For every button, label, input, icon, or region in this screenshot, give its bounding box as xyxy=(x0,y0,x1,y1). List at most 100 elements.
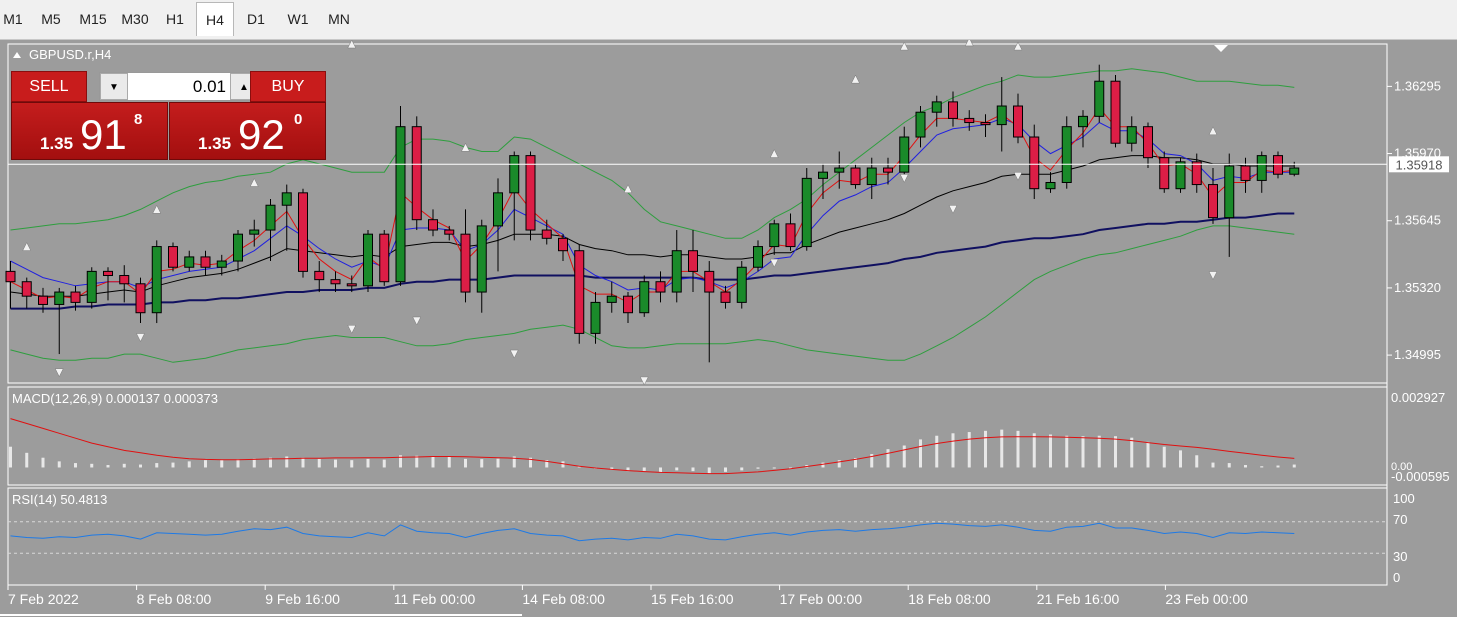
macd-histogram-bar xyxy=(1081,436,1085,468)
macd-histogram-bar xyxy=(886,449,890,468)
macd-histogram-bar xyxy=(1032,433,1036,468)
buy-price-box[interactable]: 1.35 92 0 xyxy=(169,102,326,160)
sell-button[interactable]: SELL xyxy=(11,71,87,102)
rsi-level-70: 70 xyxy=(1393,512,1407,527)
candle-body xyxy=(769,223,780,248)
one-click-trading-panel: SELL ▼ 0.01 ▲ BUY 1.35 91 8 1.35 92 0 xyxy=(11,71,326,160)
macd-histogram-bar xyxy=(139,464,142,468)
time-label: 8 Feb 08:00 xyxy=(137,591,212,607)
macd-histogram-bar xyxy=(106,465,110,468)
timeframe-m30-button[interactable]: M30 xyxy=(116,2,154,36)
sell-price-box[interactable]: 1.35 91 8 xyxy=(11,102,168,160)
rsi-level-100: 100 xyxy=(1393,491,1415,506)
candle-body xyxy=(590,301,601,334)
macd-histogram-bar xyxy=(122,463,126,468)
candle-body xyxy=(444,229,455,235)
candle-body xyxy=(493,192,503,227)
candle-body xyxy=(688,250,698,272)
volume-input[interactable]: 0.01 xyxy=(132,73,226,100)
candle-body xyxy=(1224,165,1235,219)
candle-body xyxy=(753,246,763,268)
macd-histogram-bar xyxy=(1146,441,1150,468)
buy-price-prefix: 1.35 xyxy=(198,134,232,153)
price-label: 1.35645 xyxy=(1394,213,1441,228)
macd-histogram-bar xyxy=(382,459,386,468)
buy-price-pips: 92 xyxy=(238,111,285,158)
time-label: 7 Feb 2022 xyxy=(8,591,79,607)
candle-body xyxy=(850,167,861,186)
macd-histogram-bar xyxy=(220,459,224,468)
macd-histogram-bar xyxy=(902,445,906,468)
candle-body xyxy=(980,122,991,126)
macd-histogram-bar xyxy=(431,456,435,468)
candle-body xyxy=(801,177,812,248)
candle-body xyxy=(21,281,32,297)
macd-histogram-bar xyxy=(1000,429,1004,468)
candle-body xyxy=(606,295,617,303)
macd-histogram-bar xyxy=(967,432,971,468)
timeframe-toolbar: M1 M5 M15 M30 H1 H4 D1 W1 MN xyxy=(0,0,1457,40)
buy-button[interactable]: BUY xyxy=(250,71,326,102)
timeframe-h4-button[interactable]: H4 xyxy=(196,2,234,36)
rsi-label: RSI(14) 50.4813 xyxy=(12,492,107,507)
candle-body xyxy=(1013,105,1023,138)
volume-field[interactable]: ▼ 0.01 ▲ xyxy=(99,72,259,101)
timeframe-w1-button[interactable]: W1 xyxy=(278,2,318,36)
candle-body xyxy=(736,266,747,303)
candle-body xyxy=(5,270,16,283)
macd-histogram-bar xyxy=(935,435,939,468)
candle-body xyxy=(883,167,893,173)
price-label: 1.35320 xyxy=(1394,280,1441,295)
candle-body xyxy=(1208,184,1218,219)
candle-body xyxy=(1289,167,1300,175)
candle-body xyxy=(54,291,65,305)
candle-body xyxy=(1094,80,1105,117)
macd-histogram-bar xyxy=(1097,435,1101,468)
candle-body xyxy=(1143,126,1153,159)
macd-histogram-bar xyxy=(1276,465,1280,468)
timeframe-mn-button[interactable]: MN xyxy=(320,2,358,36)
macd-histogram-bar xyxy=(724,467,727,472)
macd-histogram-bar xyxy=(772,467,776,469)
macd-histogram-bar xyxy=(1114,436,1117,468)
candle-body xyxy=(818,171,828,179)
volume-decrease-icon[interactable]: ▼ xyxy=(100,73,128,100)
candle-body xyxy=(1256,155,1267,181)
macd-histogram-bar xyxy=(1162,446,1166,468)
candle-body xyxy=(720,291,731,303)
macd-histogram-bar xyxy=(90,463,94,468)
macd-histogram-bar xyxy=(1130,437,1134,468)
candle-body xyxy=(623,295,633,314)
price-label: 1.35970 xyxy=(1394,146,1441,161)
candle-body xyxy=(298,192,308,272)
timeframe-m5-button[interactable]: M5 xyxy=(32,2,70,36)
candle-body xyxy=(70,291,81,303)
timeframe-m15-button[interactable]: M15 xyxy=(73,2,113,36)
candle-body xyxy=(866,167,877,186)
macd-histogram-bar xyxy=(74,463,77,468)
macd-histogram-bar xyxy=(1227,463,1231,468)
macd-histogram-bar xyxy=(1065,435,1069,468)
candle-body xyxy=(655,281,666,293)
timeframe-h1-button[interactable]: H1 xyxy=(157,2,193,36)
sell-price-pips: 91 xyxy=(80,111,127,158)
timeframe-m1-button[interactable]: M1 xyxy=(0,2,26,36)
macd-histogram-bar xyxy=(756,467,760,469)
macd-histogram-bar xyxy=(1049,434,1052,468)
macd-histogram-bar xyxy=(285,456,289,468)
candle-body xyxy=(915,111,926,138)
candle-body xyxy=(314,270,325,281)
rsi-level-0: 0 xyxy=(1393,570,1400,585)
timeframe-d1-button[interactable]: D1 xyxy=(237,2,275,36)
macd-histogram-bar xyxy=(9,446,12,468)
candle-body xyxy=(249,229,260,235)
candle-body xyxy=(265,204,276,231)
candle-body xyxy=(476,225,487,293)
time-label: 15 Feb 16:00 xyxy=(651,591,734,607)
macd-histogram-bar xyxy=(252,458,256,468)
macd-histogram-bar xyxy=(691,467,695,472)
candle-body xyxy=(1240,165,1251,181)
candle-body xyxy=(704,270,715,293)
candle-body xyxy=(558,237,568,252)
macd-histogram-bar xyxy=(1244,465,1247,468)
